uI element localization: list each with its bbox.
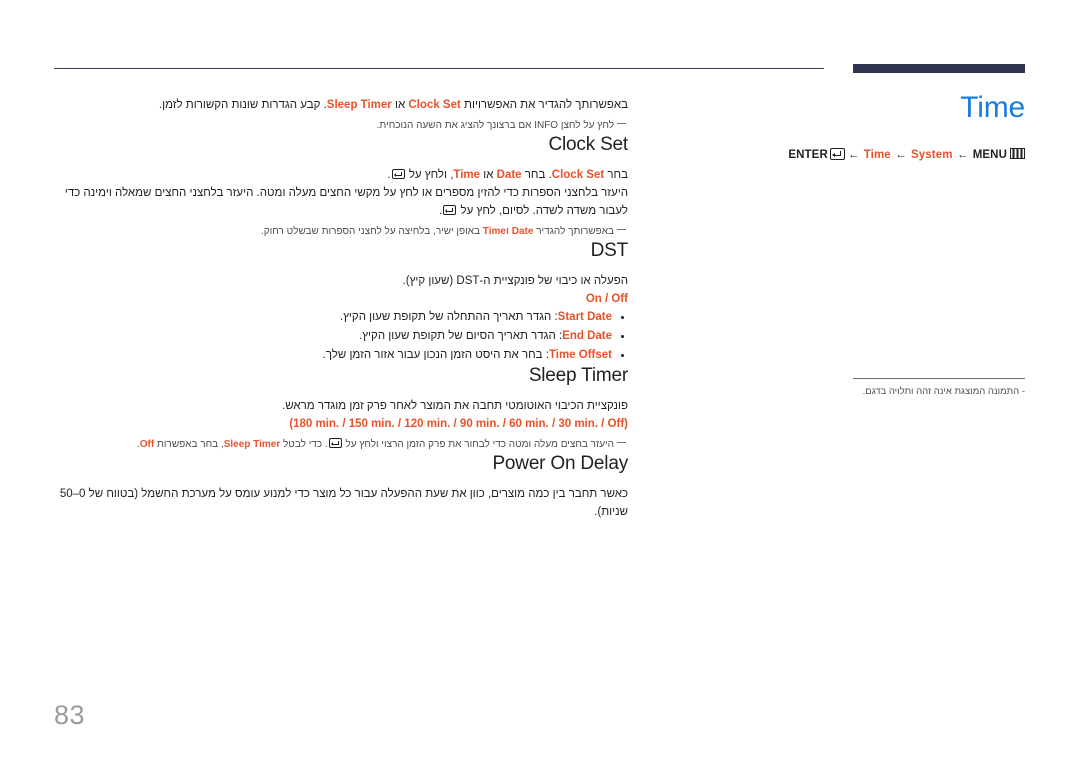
- dst-bullet-text: : הגדר תאריך הסיום של תקופת שעון הקיץ.: [359, 330, 563, 342]
- dst-bullet-keyword: Start Date: [557, 311, 612, 323]
- enter-icon: [829, 148, 845, 160]
- enter-icon: [328, 438, 342, 448]
- header-rule: [54, 68, 824, 69]
- st-note-keyword-sleep-timer: Sleep Timer: [223, 439, 281, 450]
- cs-note-b: באופן ישיר, בלחיצה על לחצני הספרות שבשלט…: [260, 226, 483, 237]
- cs-t1: בחר: [604, 169, 628, 181]
- cs-t5: .: [387, 169, 391, 181]
- dst-options: On / Off: [585, 293, 628, 305]
- sleep-timer-description: פונקציית הכיבוי האוטומטי תחבה את המוצר ל…: [282, 400, 628, 412]
- cs-t4: , ולחץ על: [405, 169, 454, 181]
- sleep-timer-note: היעזר בחצים מעלה ומטה כדי לבחור את פרק ה…: [54, 437, 628, 453]
- intro-note: לחץ על לחצן INFO אם ברצונך להציג את השעה…: [54, 118, 628, 134]
- intro-text-1: באפשרותך להגדיר את האפשרויות: [460, 99, 628, 111]
- menu-icon: [1010, 148, 1025, 159]
- cs-note-keyword: Date וTime: [482, 226, 534, 237]
- dst-bullet-text: : הגדר תאריך ההתחלה של תקופת שעון הקיץ.: [339, 311, 558, 323]
- intro-text-2: . קבע הגדרות שונות הקשורות לזמן.: [158, 99, 327, 111]
- breadcrumb-menu-label: MENU: [972, 149, 1007, 161]
- intro-text-mid: או: [391, 99, 409, 111]
- breadcrumb-arrow-3: ←: [956, 149, 969, 161]
- header-chapter-tab: [853, 64, 1025, 73]
- power-on-delay-description: כאשר תחבר בין כמה מוצרים, כוון את שעת הה…: [59, 488, 628, 518]
- intro-keyword-sleep-timer: Sleep Timer: [326, 99, 392, 111]
- cs-note-a: באפשרותך להגדיר: [533, 226, 614, 237]
- st-note-a: היעזר בחצים מעלה ומטה כדי לבחור את פרק ה…: [342, 439, 614, 450]
- st-note-keyword-off: Off: [139, 439, 155, 450]
- section-heading-sleep-timer: Sleep Timer: [528, 365, 628, 386]
- dst-bullet-end-date: End Date: הגדר תאריך הסיום של תקופת שעון…: [54, 327, 628, 346]
- st-note-c: , בחר באפשרות: [154, 439, 224, 450]
- cs-l2-b: .: [439, 205, 443, 217]
- breadcrumb-arrow-2: ←: [895, 149, 907, 161]
- clock-set-line-1: בחר Clock Set. בחר Date או Time, ולחץ על…: [54, 166, 628, 184]
- cs-kw-time: Time: [453, 169, 481, 181]
- clock-set-line-2: היעזר בלחצני הספרות כדי להזין מספרים או …: [54, 184, 628, 220]
- section-heading-clock-set: Clock Set: [548, 134, 628, 155]
- intro-keyword-clock-set: Clock Set: [408, 99, 461, 111]
- page-number: 83: [54, 700, 86, 730]
- section-heading-power-on-delay: Power On Delay: [492, 453, 628, 474]
- st-note-b: . כדי לבטל: [280, 439, 328, 450]
- cs-kw-clock-set: Clock Set: [551, 169, 605, 181]
- breadcrumb-arrow-1: ←: [847, 149, 860, 161]
- breadcrumb: ENTER ← Time ← System ← MENU: [700, 148, 1030, 161]
- dst-bullet-text: : בחר את היסט הזמן הנכון עבור אזור הזמן …: [322, 349, 549, 361]
- enter-icon: [443, 205, 457, 215]
- breadcrumb-item-time[interactable]: Time: [864, 149, 891, 161]
- dst-bullet-keyword: Time Offset: [548, 349, 612, 361]
- dst-bullet-time-offset: Time Offset: בחר את היסט הזמן הנכון עבור…: [54, 346, 628, 365]
- dst-bullet-list: Start Date: הגדר תאריך ההתחלה של תקופת ש…: [54, 308, 628, 365]
- dst-description: הפעלה או כיבוי של פונקציית ה-DST (שעון ק…: [402, 275, 628, 287]
- osd-note-divider: [853, 378, 1025, 379]
- section-heading-dst: DST: [590, 240, 629, 261]
- breadcrumb-enter-label: ENTER: [788, 149, 828, 161]
- intro-paragraph: באפשרותך להגדיר את האפשרויות Clock Set א…: [54, 96, 628, 114]
- dst-bullet-start-date: Start Date: הגדר תאריך ההתחלה של תקופת ש…: [54, 308, 628, 327]
- right-column: Time ENTER← Time ← System ← MENU Time Cl…: [700, 91, 1030, 162]
- page-title: Time: [960, 91, 1025, 124]
- dst-bullet-keyword: End Date: [562, 330, 612, 342]
- enter-icon: [391, 169, 405, 179]
- breadcrumb-item-system[interactable]: System: [911, 149, 953, 161]
- osd-note: - התמונה המוצגת אינה זהה ותלויה בדגם.: [862, 386, 1025, 397]
- clock-set-note: באפשרותך להגדיר Date וTime באופן ישיר, ב…: [54, 224, 628, 240]
- sleep-timer-options: (180 min. / 150 min. / 120 min. / 90 min…: [289, 418, 628, 430]
- cs-l2-a: היעזר בלחצני הספרות כדי להזין מספרים או …: [64, 187, 628, 217]
- cs-t2: . בחר: [521, 169, 552, 181]
- cs-t3: או: [480, 169, 497, 181]
- cs-kw-date: Date: [496, 169, 522, 181]
- main-content: באפשרותך להגדיר את האפשרויות Clock Set א…: [54, 96, 628, 521]
